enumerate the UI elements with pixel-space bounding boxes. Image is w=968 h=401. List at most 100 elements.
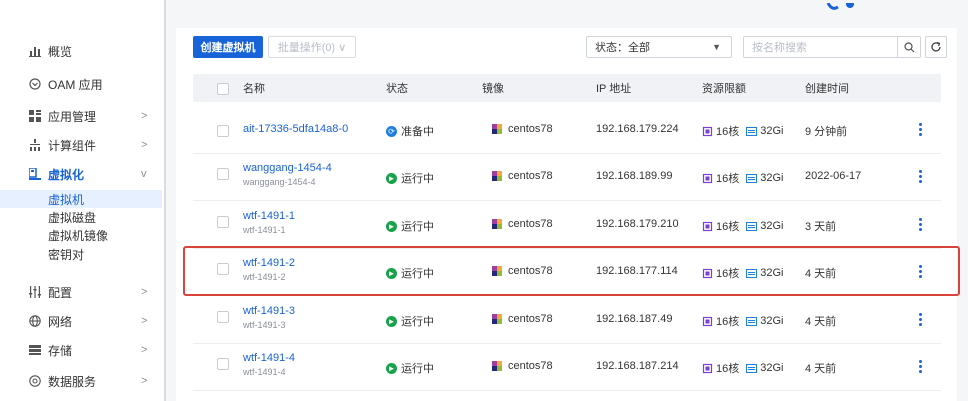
status-running-icon: ► <box>386 267 397 279</box>
more-actions-icon[interactable] <box>918 170 922 183</box>
memory-icon <box>746 221 758 231</box>
memory-icon <box>746 363 758 373</box>
table-row[interactable]: wanggang-1454-4 wanggang-1454-4 ► 运行中 centos… <box>193 154 941 201</box>
table-row[interactable]: wtf-1491-4 wtf-1491-4 ► 运行中 centos78 192.168.… <box>193 344 941 391</box>
column-header-resources[interactable]: 资源限额 <box>702 74 746 102</box>
image-name: centos78 <box>508 313 553 325</box>
main-content: 创建虚拟机 批量操作(0) ∨ 状态：全部 ▼ 名称 状态 镜像 IP 地址 资… <box>176 0 968 401</box>
created-time: 2022-06-17 <box>805 170 862 182</box>
sidebar-subitem-virtual-disk[interactable]: 虚拟磁盘 <box>0 208 162 226</box>
batch-actions-button[interactable]: 批量操作(0) ∨ <box>268 36 356 58</box>
resource-cell: 16核 32Gi <box>702 218 784 234</box>
search-input[interactable] <box>750 40 894 56</box>
vm-name-link[interactable]: wtf-1491-3 <box>243 305 295 317</box>
cpu-value: 16核 <box>716 173 740 185</box>
memory-value: 32Gi <box>760 125 784 137</box>
row-checkbox[interactable] <box>217 311 229 323</box>
status-running-icon: ► <box>386 172 397 184</box>
caret-down-icon: ▼ <box>712 42 721 52</box>
table-row[interactable]: ait-17336-5dfa14a8-0 ⟳ 准备中 centos78 192.168.… <box>193 107 941 154</box>
centos-icon <box>492 314 502 324</box>
cpu-icon <box>702 363 713 373</box>
sidebar-item-compute[interactable]: 计算组件 > <box>0 134 164 156</box>
image-name: centos78 <box>508 123 553 135</box>
image-name: centos78 <box>508 218 553 230</box>
ip-cell: 192.168.187.214 <box>596 360 679 372</box>
vm-alias: wtf-1491-4 <box>243 367 286 377</box>
status-cell: ⟳ 准备中 <box>386 123 434 139</box>
memory-icon <box>746 126 758 136</box>
sidebar-item-label: 概览 <box>48 44 73 59</box>
vm-name-link[interactable]: wanggang-1454-4 <box>243 162 332 174</box>
more-actions-icon[interactable] <box>918 313 922 326</box>
tree-icon <box>29 139 41 151</box>
sidebar-item-overview[interactable]: 概览 <box>0 40 164 62</box>
column-header-name[interactable]: 名称 <box>243 74 265 102</box>
vm-name-cell: wtf-1491-2 wtf-1491-2 <box>243 257 295 282</box>
status-cell: ► 运行中 <box>386 218 434 234</box>
sidebar-subitem-vm-image[interactable]: 虚拟机镜像 <box>0 226 162 244</box>
row-checkbox[interactable] <box>217 125 229 137</box>
cpu-icon <box>702 268 713 278</box>
vm-name-cell: wtf-1491-4 wtf-1491-4 <box>243 352 295 377</box>
centos-icon <box>492 361 502 371</box>
sidebar-item-app-management[interactable]: 应用管理 > <box>0 105 164 127</box>
cpu-icon <box>702 173 713 183</box>
sidebar-item-virtualization[interactable]: 虚拟化 v <box>0 163 164 185</box>
created-time: 4 天前 <box>805 316 837 328</box>
table-row[interactable]: wtf-1491-3 wtf-1491-3 ► 运行中 centos78 192.168.… <box>193 297 941 344</box>
memory-value: 32Gi <box>760 362 784 374</box>
sidebar-item-storage[interactable]: 存储 > <box>0 339 164 361</box>
sidebar-subitem-keypair[interactable]: 密钥对 <box>0 245 162 263</box>
table-row[interactable]: wtf-1491-1 wtf-1491-1 ► 运行中 centos78 192.168.… <box>193 202 941 249</box>
row-checkbox[interactable] <box>217 263 229 275</box>
sidebar-item-label: OAM 应用 <box>48 77 103 92</box>
memory-value: 32Gi <box>760 315 784 327</box>
row-checkbox[interactable] <box>217 358 229 370</box>
memory-value: 32Gi <box>760 267 784 279</box>
column-header-status[interactable]: 状态 <box>386 74 408 102</box>
sidebar-item-network[interactable]: 网络 > <box>0 310 164 332</box>
search-button[interactable] <box>897 37 920 57</box>
vm-name-link[interactable]: wtf-1491-4 <box>243 352 295 364</box>
chevron-right-icon: > <box>141 375 148 387</box>
sidebar-item-config[interactable]: 配置 > <box>0 281 164 303</box>
create-vm-button[interactable]: 创建虚拟机 <box>193 36 263 58</box>
brand-logo-icon <box>824 0 864 10</box>
vm-name-link[interactable]: wtf-1491-2 <box>243 257 295 269</box>
refresh-button[interactable] <box>925 36 947 58</box>
more-actions-icon[interactable] <box>918 218 922 231</box>
chevron-right-icon: > <box>141 344 148 356</box>
status-running-icon: ► <box>386 362 397 374</box>
memory-value: 32Gi <box>760 220 784 232</box>
table-row[interactable]: wtf-1491-2 wtf-1491-2 ► 运行中 centos78 192.168.… <box>193 249 941 296</box>
created-time: 4 天前 <box>805 268 837 280</box>
cpu-icon <box>702 316 713 326</box>
sidebar-item-data-service[interactable]: 数据服务 > <box>0 370 164 392</box>
more-actions-icon[interactable] <box>918 123 922 136</box>
row-checkbox[interactable] <box>217 216 229 228</box>
status-cell: ► 运行中 <box>386 360 434 376</box>
sidebar-item-oam[interactable]: OAM 应用 <box>0 73 164 95</box>
vm-name-link[interactable]: wtf-1491-1 <box>243 210 295 222</box>
sidebar-subitem-vm[interactable]: 虚拟机 <box>0 190 162 208</box>
table-header: 名称 状态 镜像 IP 地址 资源限额 创建时间 <box>193 74 941 102</box>
status-filter-select[interactable]: 状态：全部 ▼ <box>586 36 732 58</box>
column-header-image[interactable]: 镜像 <box>482 74 504 102</box>
more-actions-icon[interactable] <box>918 360 922 373</box>
column-header-ip[interactable]: IP 地址 <box>596 74 631 102</box>
vm-name-link[interactable]: ait-17336-5dfa14a8-0 <box>243 123 348 135</box>
column-header-created[interactable]: 创建时间 <box>805 74 849 102</box>
search-box <box>743 36 921 58</box>
more-actions-icon[interactable] <box>918 265 922 278</box>
chevron-right-icon: > <box>141 315 148 327</box>
status-cell: ► 运行中 <box>386 313 434 329</box>
created-time: 4 天前 <box>805 363 837 375</box>
select-all-checkbox[interactable] <box>217 83 229 95</box>
row-checkbox[interactable] <box>217 168 229 180</box>
image-cell: centos78 <box>492 218 553 230</box>
sidebar-subitem-label: 虚拟磁盘 <box>48 210 97 225</box>
image-name: centos78 <box>508 360 553 372</box>
cpu-value: 16核 <box>716 363 740 375</box>
sidebar: 概览 OAM 应用 应用管理 > 计算组件 > 虚拟化 v 虚拟机 虚拟磁盘 虚… <box>0 0 166 401</box>
